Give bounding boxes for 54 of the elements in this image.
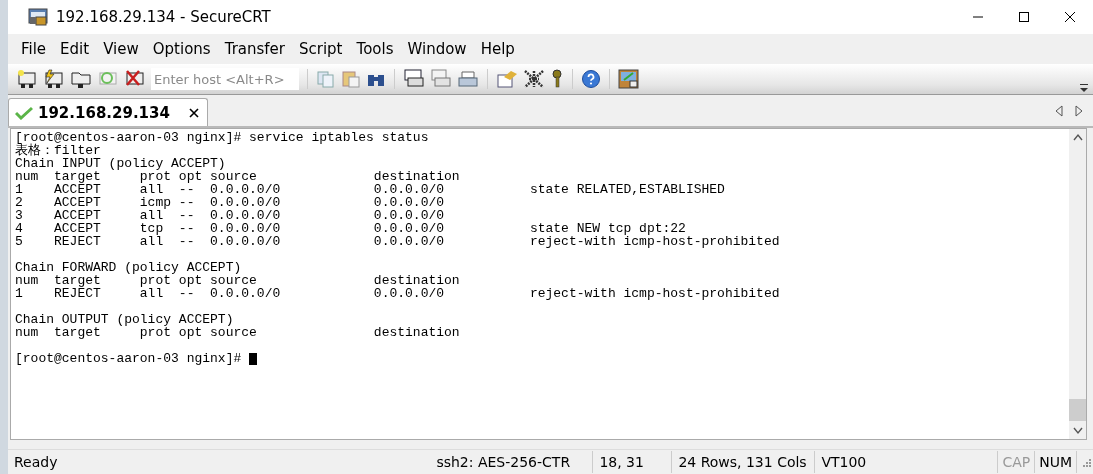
menu-item[interactable]: File: [14, 40, 54, 58]
key-icon[interactable]: [550, 69, 564, 89]
menu-item[interactable]: View: [96, 40, 146, 58]
scroll-right-icon[interactable]: [1075, 104, 1083, 117]
close-icon: [1064, 11, 1076, 23]
maximize-icon: [1018, 11, 1030, 23]
menu-item[interactable]: Tools: [349, 40, 401, 58]
scroll-up-icon[interactable]: [1072, 133, 1083, 141]
menu-item[interactable]: Edit: [53, 40, 97, 58]
scroll-thumb[interactable]: [1069, 399, 1086, 421]
menu-item[interactable]: Help: [473, 40, 522, 58]
scrollbar[interactable]: [1069, 129, 1086, 439]
terminal-line: num target prot opt source destination: [15, 326, 460, 339]
lock-window-icon[interactable]: [618, 69, 640, 89]
scroll-down-icon[interactable]: [1072, 427, 1083, 435]
cursor-position: 18, 31: [593, 451, 673, 473]
terminal-line: [root@centos-aaron-03 nginx]#: [15, 352, 243, 365]
terminal-line: 3 ACCEPT all -- 0.0.0.0/0 0.0.0.0/0: [15, 209, 445, 222]
terminal-line: 1 REJECT all -- 0.0.0.0/0 0.0.0.0/0 reject-with icmp-host-prohibited: [15, 287, 780, 300]
terminal-line: 表格：filter: [15, 144, 101, 157]
lightning-icon[interactable]: [43, 69, 65, 89]
window-title: 192.168.29.134 - SecureCRT: [56, 8, 271, 26]
host-field[interactable]: Enter host <Alt+R>: [151, 68, 299, 90]
terminal-size: 24 Rows, 131 Cols: [672, 451, 816, 473]
emulation-status: VT100: [815, 451, 999, 473]
terminal-line: 2 ACCEPT icmp -- 0.0.0.0/0 0.0.0.0/0: [15, 196, 445, 209]
menu-item[interactable]: Script: [292, 40, 350, 58]
pattern-icon[interactable]: [523, 69, 545, 89]
close-icon[interactable]: [188, 107, 199, 118]
menu-item[interactable]: Options: [145, 40, 218, 58]
app-icon: [28, 8, 48, 26]
key-indicator: CAP: [998, 451, 1036, 473]
printer-icon[interactable]: [457, 69, 479, 89]
terminal-line: 5 REJECT all -- 0.0.0.0/0 0.0.0.0/0 reject-with icmp-host-prohibited: [15, 235, 780, 248]
scroll-left-icon[interactable]: [1055, 104, 1063, 117]
resize-grip-icon[interactable]: [1081, 457, 1091, 467]
menu-item[interactable]: Transfer: [217, 40, 292, 58]
help-icon[interactable]: [581, 69, 601, 89]
folder-icon[interactable]: [70, 69, 92, 89]
status-message: Ready: [13, 453, 59, 472]
cipher-status: ssh2: AES-256-CTR: [430, 451, 594, 473]
terminal-line: [root@centos-aaron-03 nginx]# service iptables status: [15, 131, 429, 144]
menu-item[interactable]: Window: [400, 40, 474, 58]
session-tab[interactable]: 192.168.29.134: [8, 98, 208, 126]
terminal-line: Chain OUTPUT (policy ACCEPT): [15, 313, 234, 326]
properties-icon[interactable]: [496, 69, 518, 89]
connect-icon[interactable]: [16, 69, 38, 89]
terminal-line: Chain FORWARD (policy ACCEPT): [15, 261, 242, 274]
terminal-line: num target prot opt source destination: [15, 274, 460, 287]
terminal-line: 4 ACCEPT tcp -- 0.0.0.0/0 0.0.0.0/0 state NEW tcp dpt:22: [15, 222, 686, 235]
terminal-line: Chain INPUT (policy ACCEPT): [15, 157, 226, 170]
key-indicator: NUM: [1035, 451, 1077, 473]
terminal-line: 1 ACCEPT all -- 0.0.0.0/0 0.0.0.0/0 state RELATED,ESTABLISHED: [15, 183, 725, 196]
terminal-line: num target prot opt source destination: [15, 170, 460, 183]
